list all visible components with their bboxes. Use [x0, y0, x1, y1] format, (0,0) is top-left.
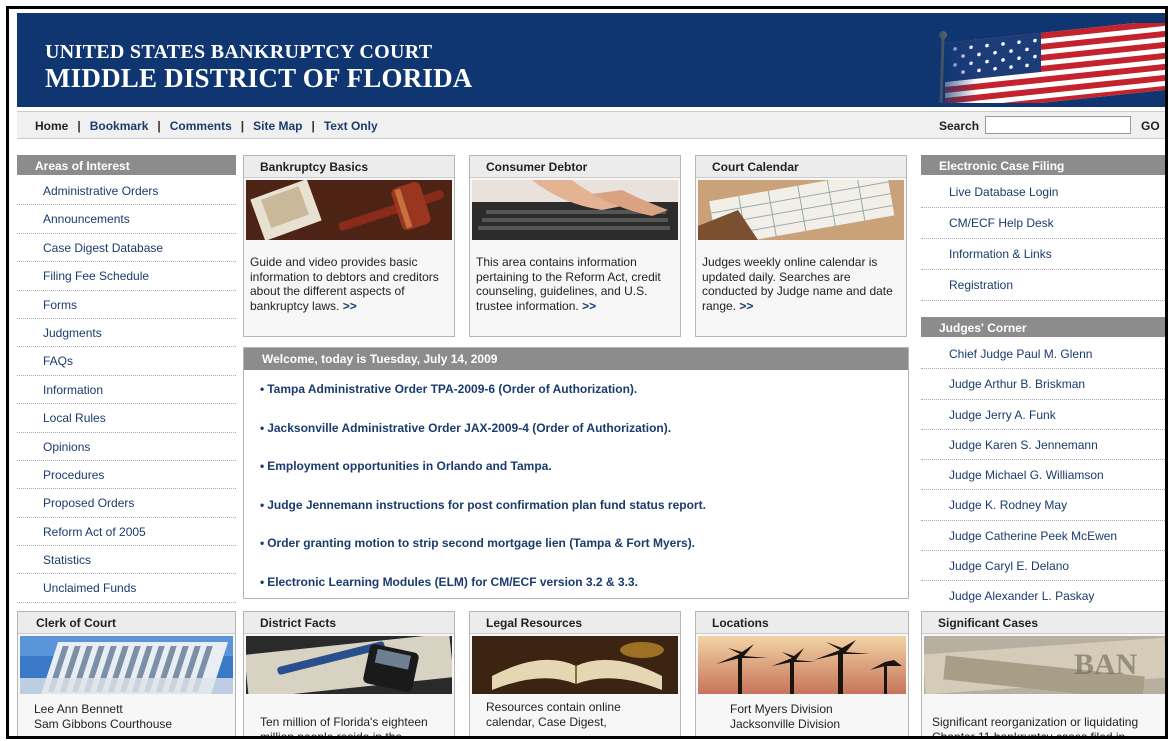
box-description: Significant reorganization or liquidatin…: [932, 715, 1139, 739]
court-title-line2: MIDDLE DISTRICT OF FLORIDA: [45, 63, 473, 93]
box-description: Judges weekly online calendar is updated…: [702, 255, 893, 313]
area-link[interactable]: Reform Act of 2005: [17, 518, 236, 547]
judge-link[interactable]: Judge K. Rodney May: [921, 490, 1165, 521]
ecf-title: Electronic Case Filing: [921, 155, 1165, 175]
box-title[interactable]: Clerk of Court: [18, 612, 235, 634]
more-link[interactable]: >>: [582, 299, 596, 313]
areas-of-interest-list: Administrative Orders Announcements Case…: [17, 177, 236, 603]
consumer-debtor-box: Consumer Debtor This area contains infor…: [469, 155, 681, 337]
nav-links: Home | Bookmark | Comments | Site Map | Text Onl…: [35, 119, 378, 133]
area-link[interactable]: Announcements: [17, 205, 236, 234]
area-link[interactable]: Information: [17, 376, 236, 405]
svg-text:BAN: BAN: [1074, 648, 1138, 681]
nav-bookmark-link[interactable]: Bookmark: [90, 119, 149, 133]
judge-link[interactable]: Judge Karen S. Jennemann: [921, 430, 1165, 461]
box-title[interactable]: Locations: [696, 612, 908, 634]
judges-corner-title: Judges' Corner: [921, 317, 1165, 337]
box-title[interactable]: Consumer Debtor: [470, 156, 680, 178]
box-description: Guide and video provides basic informati…: [250, 255, 439, 313]
keyboard-image-icon[interactable]: [472, 180, 678, 240]
box-description: Resources contain online calendar, Case …: [486, 700, 621, 729]
clerk-of-court-box: Clerk of Court Lee Ann Bennett Sam Gibbo…: [17, 611, 236, 736]
box-title[interactable]: Significant Cases: [922, 612, 1165, 634]
nav-comments-link[interactable]: Comments: [170, 119, 232, 133]
judges-list: Chief Judge Paul M. Glenn Judge Arthur B…: [921, 339, 1165, 612]
gavel-image-icon[interactable]: [246, 180, 452, 240]
welcome-title: Welcome, today is Tuesday, July 14, 2009: [244, 348, 908, 370]
open-book-image-icon[interactable]: [472, 636, 678, 694]
news-item[interactable]: • Employment opportunities in Orlando and…: [260, 459, 706, 498]
area-link[interactable]: Forms: [17, 291, 236, 319]
court-calendar-box: Court Calendar Judges weekly online cale…: [695, 155, 907, 337]
area-link[interactable]: Case Digest Database: [17, 234, 236, 263]
more-link[interactable]: >>: [343, 299, 357, 313]
area-link[interactable]: Filing Fee Schedule: [17, 262, 236, 291]
area-link[interactable]: Statistics: [17, 546, 236, 575]
court-title-line1: UNITED STATES BANKRUPTCY COURT: [45, 41, 433, 63]
box-description: This area contains information pertainin…: [476, 255, 661, 313]
search-input[interactable]: [985, 116, 1131, 134]
judge-link[interactable]: Judge Catherine Peek McEwen: [921, 521, 1165, 552]
judge-link[interactable]: Judge Alexander L. Paskay: [921, 581, 1165, 612]
area-link[interactable]: Unclaimed Funds: [17, 574, 236, 603]
ecf-list: Live Database Login CM/ECF Help Desk Inf…: [921, 177, 1165, 301]
news-item[interactable]: • Tampa Administrative Order TPA-2009-6 (…: [260, 382, 706, 421]
welcome-news-panel: Welcome, today is Tuesday, July 14, 2009…: [243, 347, 909, 599]
nav-sitemap-link[interactable]: Site Map: [253, 119, 302, 133]
page-frame: UNITED STATES BANKRUPTCY COURT MIDDLE DI…: [6, 6, 1168, 739]
news-item[interactable]: • Electronic Learning Modules (ELM) for C…: [260, 575, 706, 614]
palm-trees-image-icon[interactable]: [698, 636, 906, 694]
area-link[interactable]: Judgments: [17, 319, 236, 348]
more-link[interactable]: >>: [739, 299, 753, 313]
box-description: Ten million of Florida's eighteen millio…: [260, 715, 428, 739]
american-flag-icon: [929, 23, 1165, 103]
box-title[interactable]: District Facts: [244, 612, 454, 634]
box-description: Lee Ann Bennett Sam Gibbons Courthouse: [34, 702, 173, 731]
area-link[interactable]: Procedures: [17, 461, 236, 490]
area-link[interactable]: Administrative Orders: [17, 177, 236, 206]
legal-resources-box: Legal Resources Resources contain online…: [469, 611, 681, 736]
money-image-icon[interactable]: BAN: [924, 636, 1166, 694]
right-sidebar: Electronic Case Filing Live Database Log…: [921, 155, 1165, 612]
area-link[interactable]: Opinions: [17, 433, 236, 461]
search-label: Search: [939, 119, 980, 133]
area-link[interactable]: Proposed Orders: [17, 489, 236, 518]
news-item[interactable]: • Order granting motion to strip second m…: [260, 536, 706, 575]
areas-of-interest-panel: Areas of Interest Administrative Orders …: [17, 155, 236, 603]
locations-box: Locations Fort Myers Division Jacksonvil…: [695, 611, 909, 736]
box-title[interactable]: Court Calendar: [696, 156, 906, 178]
ecf-link[interactable]: Information & Links: [921, 239, 1165, 270]
ecf-link[interactable]: Live Database Login: [921, 177, 1165, 208]
ecf-link[interactable]: CM/ECF Help Desk: [921, 208, 1165, 239]
box-description: Fort Myers Division Jacksonville Divisio…: [730, 702, 841, 731]
areas-of-interest-title: Areas of Interest: [17, 155, 236, 175]
significant-cases-box: Significant Cases BAN Significant reorga…: [921, 611, 1166, 739]
judge-link[interactable]: Judge Caryl E. Delano: [921, 551, 1165, 582]
ecf-link[interactable]: Registration: [921, 270, 1165, 301]
site-header: UNITED STATES BANKRUPTCY COURT MIDDLE DI…: [17, 13, 1165, 107]
judge-link[interactable]: Judge Michael G. Williamson: [921, 460, 1165, 491]
bankruptcy-basics-box: Bankruptcy Basics Guide and video provid…: [243, 155, 455, 337]
pen-phone-image-icon[interactable]: [246, 636, 452, 694]
nav-home-link[interactable]: Home: [35, 119, 68, 133]
news-item[interactable]: • Jacksonville Administrative Order JAX-2…: [260, 421, 706, 460]
calendar-image-icon[interactable]: [698, 180, 904, 240]
news-list: • Tampa Administrative Order TPA-2009-6 (…: [260, 382, 706, 613]
area-link[interactable]: FAQs: [17, 347, 236, 376]
box-title[interactable]: Bankruptcy Basics: [244, 156, 454, 178]
top-nav-bar: Home | Bookmark | Comments | Site Map | Text Onl…: [17, 111, 1165, 139]
box-title[interactable]: Legal Resources: [470, 612, 680, 634]
district-facts-box: District Facts Ten million of Florida's …: [243, 611, 455, 739]
news-item[interactable]: • Judge Jennemann instructions for post c…: [260, 498, 706, 537]
judge-link[interactable]: Judge Arthur B. Briskman: [921, 369, 1165, 400]
go-button[interactable]: GO: [1141, 119, 1160, 133]
judge-link[interactable]: Judge Jerry A. Funk: [921, 400, 1165, 430]
judge-link[interactable]: Chief Judge Paul M. Glenn: [921, 339, 1165, 370]
courthouse-image-icon[interactable]: [20, 636, 233, 694]
nav-textonly-link[interactable]: Text Only: [324, 119, 378, 133]
area-link[interactable]: Local Rules: [17, 404, 236, 433]
